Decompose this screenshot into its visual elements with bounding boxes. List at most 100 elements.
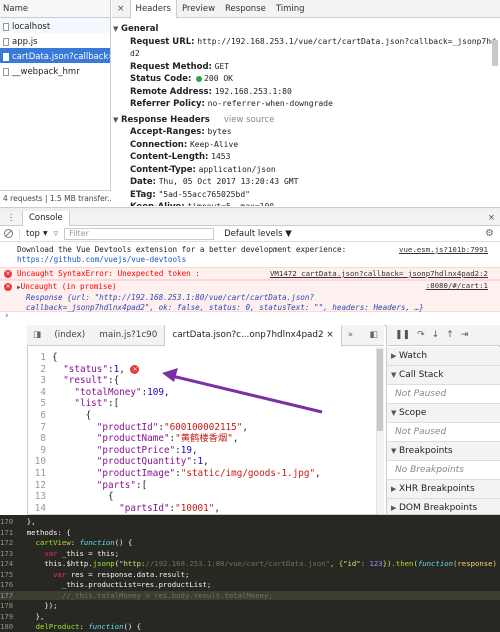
request-row[interactable]: __webpack_hmr: [0, 63, 110, 78]
request-name: localhost: [12, 21, 51, 32]
debugger-pane-header[interactable]: ▼ Breakpoints: [387, 442, 500, 461]
name-column-header[interactable]: Name: [0, 0, 110, 18]
referrer-policy-key: Referrer Policy:: [130, 99, 205, 109]
header-key: Connection:: [130, 139, 188, 150]
clear-console-icon[interactable]: [4, 229, 13, 238]
show-navigator-icon[interactable]: ◨: [27, 330, 47, 340]
close-drawer-icon[interactable]: ×: [488, 213, 500, 223]
vue-devtools-link[interactable]: https://github.com/vuejs/vue-devtools: [17, 255, 186, 264]
pane-title: XHR Breakpoints: [399, 484, 475, 494]
editor-line-number[interactable]: 178: [0, 601, 18, 611]
error-icon: ×: [4, 283, 12, 291]
code-text: {: [52, 410, 92, 421]
debugger-pane-header[interactable]: ▶ DOM Breakpoints: [387, 499, 500, 514]
editor-line-number[interactable]: 170: [0, 517, 18, 527]
pane-body: No Breakpoints: [387, 461, 500, 480]
file-icon: [3, 37, 9, 46]
request-detail-tabs: × Headers Preview Response Timing: [112, 0, 500, 18]
debugger-pane-header[interactable]: ▶ Watch: [387, 347, 500, 366]
editor-line: 176 _this.productList=res.productList;: [0, 580, 500, 590]
tab-cartdata-json[interactable]: cartData.json?c...onp7hdlnx4pad2 ×: [164, 324, 342, 346]
code-scrollbar-thumb[interactable]: [377, 349, 383, 431]
debugger-pane-header[interactable]: ▼ Call Stack: [387, 366, 500, 385]
tab-response[interactable]: Response: [220, 0, 271, 18]
drawer-menu-icon[interactable]: ⋮: [0, 213, 22, 223]
status-ok-dot-icon: [196, 75, 203, 82]
console-settings-gear-icon[interactable]: ⚙: [485, 228, 494, 239]
step-over-icon[interactable]: ↷: [417, 330, 425, 340]
response-object-line1: Response {url: "http://192.168.253.1:80/…: [26, 293, 315, 302]
step-into-icon[interactable]: ↓: [432, 330, 440, 340]
editor-code: var _this = this;: [44, 548, 120, 558]
source-link[interactable]: :8080/#/cart:1: [426, 281, 488, 291]
remote-address-value: 192.168.253.1:80: [214, 86, 292, 96]
tab-cartdata-label: cartData.json?c...onp7hdlnx4pad2: [172, 329, 324, 340]
header-value: timeout=5, max=100: [187, 202, 274, 206]
tab-console[interactable]: Console: [22, 210, 70, 226]
tab-headers[interactable]: Headers: [129, 0, 177, 18]
editor-line: 174 this.$http.jsonp("http://192.168.253…: [0, 559, 500, 569]
collapse-triangle-icon: ▼: [391, 371, 397, 379]
more-tabs-icon[interactable]: »: [342, 330, 359, 340]
step-out-icon[interactable]: ↑: [446, 330, 454, 340]
response-header-row: Content-Length: 1453: [113, 151, 496, 164]
code-text: "productQuantity":1,: [96, 456, 209, 468]
filter-toggle-icon[interactable]: ▿: [54, 229, 59, 239]
pane-title: Breakpoints: [399, 446, 453, 456]
editor-code: this.$http.jsonp("http://192.168.253.1:8…: [18, 559, 497, 568]
code-text: {: [52, 491, 114, 503]
editor-line-number[interactable]: 172: [0, 538, 18, 548]
dropdown-arrow-icon: ▼: [42, 230, 48, 237]
source-editor-dark[interactable]: 170 }, 171 methods: {172 cartView: functi…: [0, 515, 500, 632]
request-row[interactable]: localhost: [0, 18, 110, 33]
code-text: "partsId":"10001",: [119, 502, 220, 514]
editor-line-number[interactable]: 174: [0, 559, 18, 569]
editor-line-number[interactable]: 176: [0, 580, 18, 590]
close-tab-icon[interactable]: ×: [326, 330, 333, 340]
source-link[interactable]: VM1472 cartData.json?callback=_jsonp7hdl…: [270, 268, 488, 280]
promise-error-text: Uncaught (in promise): [20, 282, 117, 291]
headers-scrollbar[interactable]: [492, 40, 498, 66]
editor-line-number[interactable]: 173: [0, 549, 18, 559]
pause-icon[interactable]: ❚❚: [395, 330, 410, 340]
error-badge-icon[interactable]: ×: [130, 364, 140, 374]
editor-code: delProduct: function() {: [35, 622, 142, 631]
editor-line-number[interactable]: 177: [0, 591, 18, 601]
debugger-toolbar: ❚❚ ↷ ↓ ↑ ⇥: [386, 325, 500, 346]
console-filter-input[interactable]: Filter: [64, 227, 215, 240]
debugger-pane-header[interactable]: ▶ XHR Breakpoints: [387, 480, 500, 499]
request-method-value: GET: [214, 61, 230, 71]
collapse-triangle-icon: ▼: [391, 409, 397, 417]
toggle-debugger-icon[interactable]: ◧: [364, 330, 384, 340]
log-levels-dropdown[interactable]: Default levels ▼: [224, 229, 292, 239]
console-message-vue-devtools: Download the Vue Devtools extension for …: [0, 245, 500, 267]
step-icon[interactable]: ⇥: [461, 330, 469, 340]
source-link[interactable]: vue.esm.js?101b:7991: [399, 245, 488, 255]
editor-line-number[interactable]: 179: [0, 612, 18, 622]
tab-index-file[interactable]: (index): [47, 325, 92, 346]
debugger-pane-header[interactable]: ▼ Scope: [387, 404, 500, 423]
editor-line-number[interactable]: 175: [0, 570, 18, 580]
response-header-row: Accept-Ranges: bytes: [113, 126, 496, 139]
view-source-link[interactable]: view source: [224, 115, 275, 125]
editor-line-number[interactable]: 180: [0, 622, 18, 632]
request-row[interactable]: app.js: [0, 33, 110, 48]
console-error-promise[interactable]: × ▶Uncaught (in promise) :8080/#/cart:1 …: [0, 280, 500, 312]
editor-code: },: [18, 611, 45, 621]
tab-timing[interactable]: Timing: [271, 0, 310, 18]
tab-preview[interactable]: Preview: [177, 0, 220, 18]
request-row[interactable]: cartData.json?callback=_jsonp7hdlnx4pad2: [0, 48, 110, 63]
tab-main-js[interactable]: main.js?1c90: [92, 325, 164, 346]
status-code-key: Status Code:: [130, 74, 192, 84]
code-text: {: [52, 352, 58, 363]
context-selector[interactable]: top ▼: [19, 228, 48, 239]
console-prompt[interactable]: ›: [0, 311, 500, 321]
header-key: ETag:: [130, 189, 156, 200]
console-toolbar: top ▼ ▿ Filter Default levels ▼ ⚙: [0, 226, 500, 242]
request-name: cartData.json?callback=_jsonp7hdlnx4pad2: [12, 51, 110, 62]
general-section-header[interactable]: ▼ General: [113, 23, 496, 36]
line-number[interactable]: 14: [28, 502, 52, 514]
editor-line-number[interactable]: 171: [0, 528, 18, 538]
close-icon[interactable]: ×: [112, 4, 130, 14]
response-headers-section-header[interactable]: ▼ Response Headers view source: [113, 114, 496, 127]
